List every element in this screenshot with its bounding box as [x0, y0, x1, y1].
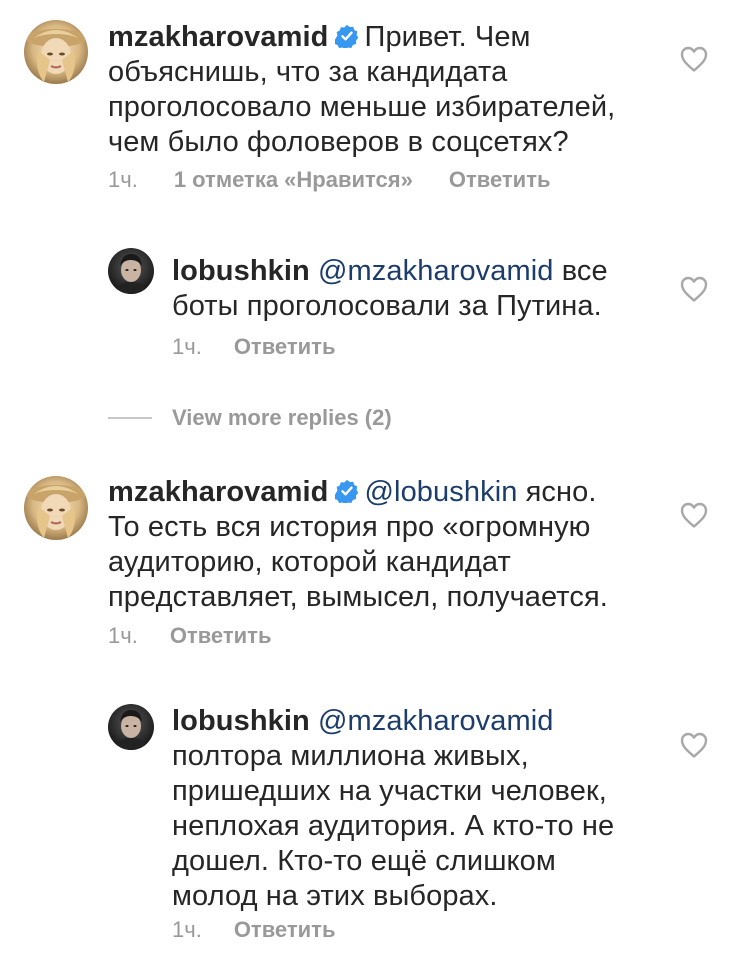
heart-icon[interactable] [680, 46, 708, 72]
timestamp: 1ч. [172, 334, 202, 359]
comment-text: lobushkin @mzakharovamid все боты прогол… [172, 254, 612, 324]
comment-meta: 1ч. Ответить [108, 623, 271, 649]
blonde-woman-avatar-icon [24, 476, 88, 540]
comment-meta: 1ч. Ответить [172, 334, 335, 360]
heart-icon[interactable] [680, 502, 708, 528]
username[interactable]: mzakharovamid [108, 476, 329, 508]
verified-badge-icon [335, 479, 359, 503]
username[interactable]: lobushkin [172, 255, 310, 287]
reply-button[interactable]: Ответить [234, 334, 336, 360]
blonde-woman-avatar-icon [24, 20, 88, 84]
divider-line [108, 417, 152, 419]
reply-button[interactable]: Ответить [449, 167, 551, 193]
comment-text: mzakharovamid @lobushkin ясно. То есть вс… [108, 475, 628, 615]
timestamp: 1ч. [172, 917, 202, 942]
username[interactable]: lobushkin [172, 705, 310, 737]
avatar[interactable] [108, 704, 154, 750]
avatar[interactable] [24, 20, 88, 84]
likes-count[interactable]: 1 отметка «Нравится» [174, 167, 413, 193]
view-more-label: View more replies (2) [172, 405, 392, 430]
view-more-replies[interactable]: View more replies (2) [108, 402, 392, 434]
reply-button[interactable]: Ответить [234, 917, 336, 943]
username[interactable]: mzakharovamid [108, 21, 329, 53]
reply-button[interactable]: Ответить [170, 623, 272, 649]
avatar[interactable] [108, 248, 154, 294]
dark-haired-man-avatar-icon [108, 248, 154, 294]
heart-icon[interactable] [680, 276, 708, 302]
mention-link[interactable]: @mzakharovamid [318, 255, 554, 287]
comment-text: lobushkin @mzakharovamid полтора миллион… [172, 704, 622, 914]
comment-meta: 1ч. Ответить [172, 917, 335, 943]
comment-body: полтора миллиона живых, пришедших на уча… [172, 740, 615, 912]
mention-link[interactable]: @lobushkin [365, 476, 518, 508]
avatar[interactable] [24, 476, 88, 540]
comment-text: mzakharovamid Привет. Чем объяснишь, что … [108, 20, 628, 160]
dark-haired-man-avatar-icon [108, 704, 154, 750]
heart-icon[interactable] [680, 732, 708, 758]
timestamp: 1ч. [108, 623, 138, 648]
timestamp: 1ч. [108, 167, 138, 192]
mention-link[interactable]: @mzakharovamid [318, 705, 554, 737]
comment-meta: 1ч. 1 отметка «Нравится» Ответить [108, 167, 551, 193]
verified-badge-icon [335, 24, 359, 48]
